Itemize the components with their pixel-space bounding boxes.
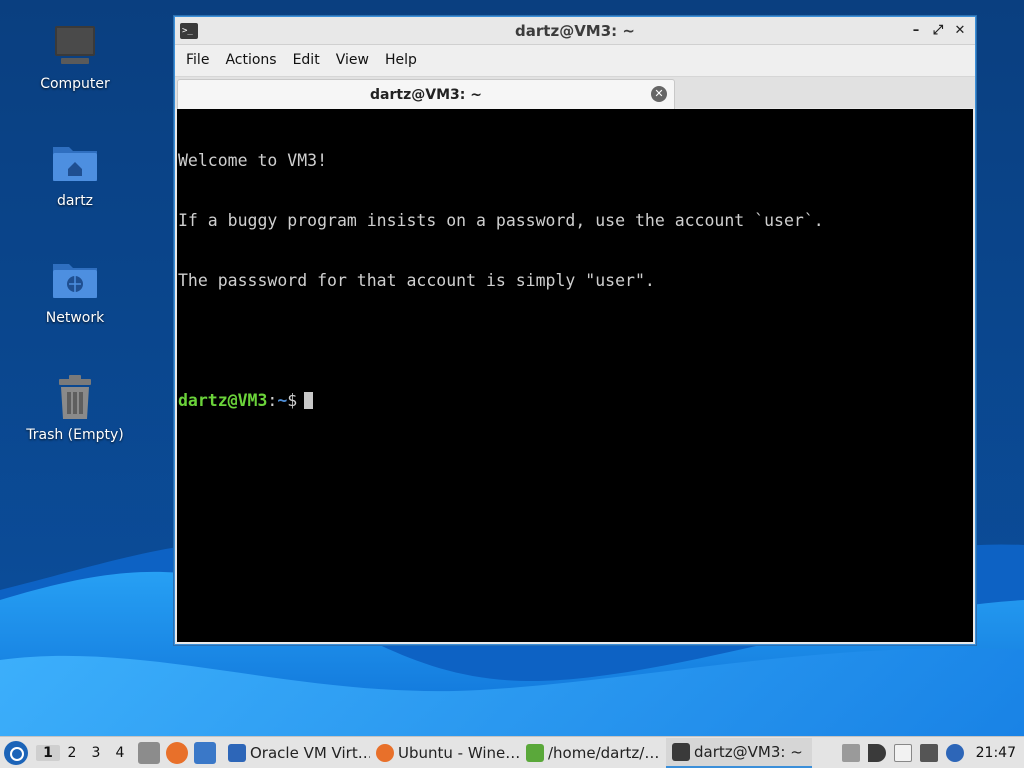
tab-bar: dartz@VM3: ~ ✕ xyxy=(175,76,975,109)
terminal-line: Welcome to VM3! xyxy=(178,151,328,170)
window-titlebar[interactable]: >_ dartz@VM3: ~ – ⤢ ✕ xyxy=(175,17,975,45)
quick-launch xyxy=(138,741,216,764)
desktop-icon-dartz[interactable]: dartz xyxy=(20,139,130,209)
network-folder-icon xyxy=(51,256,99,304)
menu-help[interactable]: Help xyxy=(377,45,425,76)
terminal-prompt[interactable]: dartz@VM3:~$ xyxy=(178,391,973,411)
terminal-icon: >_ xyxy=(180,22,198,39)
prompt-user: dartz@VM3 xyxy=(178,391,268,410)
task-label: Oracle VM Virt… xyxy=(250,743,370,762)
desktop-switcher: 1 2 3 4 xyxy=(36,744,132,761)
removable-media-icon[interactable] xyxy=(841,743,860,762)
tab-label: dartz@VM3: ~ xyxy=(370,86,482,103)
terminal-line: The passsword for that account is simply… xyxy=(178,271,655,290)
virtualbox-icon xyxy=(228,743,246,762)
desktop-1-button[interactable]: 1 xyxy=(36,744,60,761)
desktop-icon-trash[interactable]: Trash (Empty) xyxy=(20,373,130,443)
menu-actions[interactable]: Actions xyxy=(217,45,284,76)
text-cursor xyxy=(304,392,314,409)
maximize-button[interactable]: ⤢ xyxy=(929,22,947,40)
prompt-path: ~ xyxy=(277,391,288,410)
terminal-icon xyxy=(672,742,690,761)
clock[interactable]: 21:47 xyxy=(976,745,1016,761)
desktop-icon-label: Network xyxy=(45,310,105,326)
desktop-icon-network[interactable]: Network xyxy=(20,256,130,326)
desktop-2-button[interactable]: 2 xyxy=(60,745,84,761)
show-desktop-icon[interactable] xyxy=(194,741,216,764)
taskbar: 1 2 3 4 Oracle VM Virt… Ubuntu - Wine… /… xyxy=(0,736,1024,768)
volume-icon[interactable] xyxy=(867,743,886,762)
task-archive-manager[interactable]: /home/dartz/… xyxy=(520,738,666,768)
minimize-button[interactable]: – xyxy=(907,22,925,40)
tab-terminal[interactable]: dartz@VM3: ~ ✕ xyxy=(177,79,675,109)
desktop-3-button[interactable]: 3 xyxy=(84,745,108,761)
task-virtualbox[interactable]: Oracle VM Virt… xyxy=(222,738,370,768)
prompt-separator: : xyxy=(267,391,278,410)
task-ubuntu-firefox[interactable]: Ubuntu - Wine… xyxy=(370,738,520,768)
menu-file[interactable]: File xyxy=(178,45,217,76)
update-notifier-icon[interactable] xyxy=(945,743,964,762)
firefox-icon[interactable] xyxy=(166,741,188,764)
menu-edit[interactable]: Edit xyxy=(285,45,328,76)
system-tray: 21:47 xyxy=(841,743,1024,762)
desktop-icon-computer[interactable]: Computer xyxy=(20,22,130,92)
network-icon[interactable] xyxy=(919,743,938,762)
terminal-line: If a buggy program insists on a password… xyxy=(178,211,824,230)
task-label: dartz@VM3: ~ xyxy=(694,742,803,761)
trash-icon xyxy=(51,373,99,421)
terminal-output[interactable]: Welcome to VM3! If a buggy program insis… xyxy=(177,109,973,642)
close-button[interactable]: ✕ xyxy=(951,22,969,40)
task-label: Ubuntu - Wine… xyxy=(398,743,520,762)
firefox-icon xyxy=(376,743,394,762)
prompt-symbol: $ xyxy=(287,391,298,410)
desktop-4-button[interactable]: 4 xyxy=(108,745,132,761)
window-title: dartz@VM3: ~ xyxy=(515,21,635,40)
monitor-icon xyxy=(51,22,99,70)
tab-close-icon[interactable]: ✕ xyxy=(651,86,667,102)
menu-view[interactable]: View xyxy=(328,45,377,76)
task-terminal[interactable]: dartz@VM3: ~ xyxy=(666,737,812,768)
start-menu-icon[interactable] xyxy=(4,740,28,765)
menu-bar: File Actions Edit View Help xyxy=(175,45,975,76)
archive-icon xyxy=(526,743,544,762)
desktop-icon-label: Trash (Empty) xyxy=(26,427,124,443)
terminal-window[interactable]: >_ dartz@VM3: ~ – ⤢ ✕ File Actions Edit … xyxy=(174,16,976,645)
file-manager-icon[interactable] xyxy=(138,741,160,764)
home-folder-icon xyxy=(51,139,99,187)
desktop-icon-label: Computer xyxy=(40,76,110,92)
task-label: /home/dartz/… xyxy=(548,743,660,762)
clipboard-icon[interactable] xyxy=(893,743,912,762)
desktop-icon-label: dartz xyxy=(56,193,94,209)
